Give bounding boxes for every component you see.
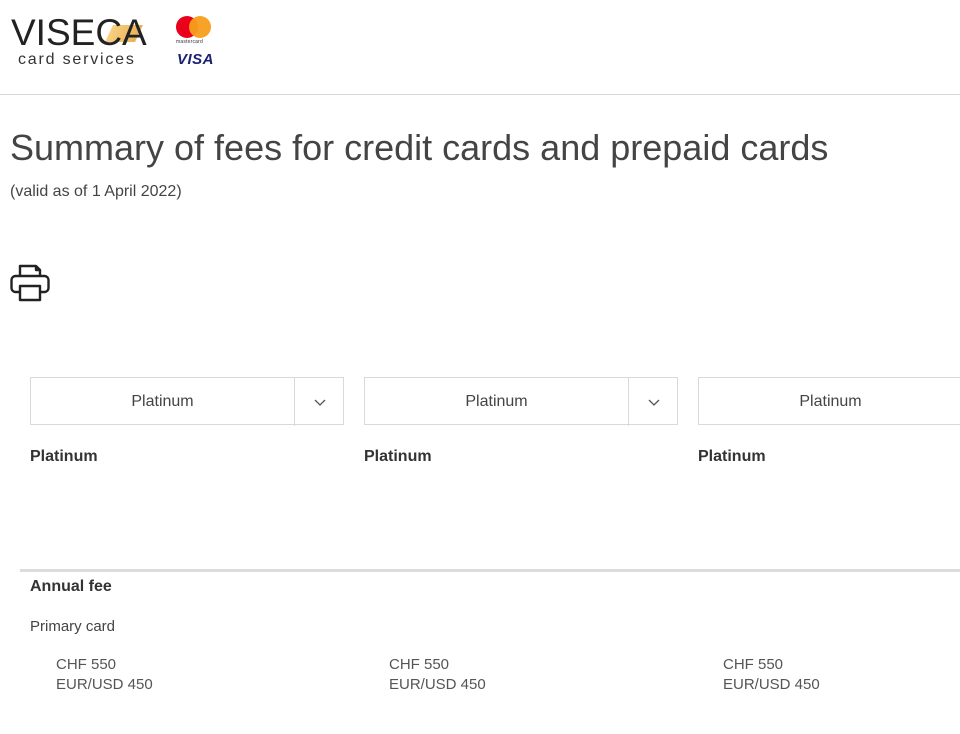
card-name-3: Platinum xyxy=(698,448,766,465)
viseca-logo[interactable]: VISECA card services xyxy=(11,14,147,70)
section-divider xyxy=(20,569,960,572)
brand-name: VISECA xyxy=(11,12,147,53)
mastercard-label: mastercard xyxy=(176,39,204,45)
annual-fee-heading: Annual fee xyxy=(30,578,112,595)
card-select-2[interactable]: Platinum xyxy=(364,377,678,426)
page-title: Summary of fees for credit cards and pre… xyxy=(10,127,829,168)
card-name-1: Platinum xyxy=(30,448,98,465)
fee-value-3: CHF 550 EUR/USD 450 xyxy=(723,655,820,695)
select-divider xyxy=(294,378,295,426)
fee-chf: CHF 550 xyxy=(56,656,117,673)
visa-logo: VISA xyxy=(177,51,215,68)
fee-chf: CHF 550 xyxy=(389,656,450,673)
brand-subtitle: card services xyxy=(18,51,136,68)
card-select-value: Platinum xyxy=(465,393,528,410)
validity-note: (valid as of 1 April 2022) xyxy=(10,183,182,200)
primary-card-label: Primary card xyxy=(30,618,116,635)
mastercard-yellow-circle xyxy=(189,16,211,38)
fee-value-1: CHF 550 EUR/USD 450 xyxy=(56,655,153,695)
select-divider xyxy=(628,378,629,426)
card-select-value: Platinum xyxy=(131,393,194,410)
fee-eur-usd: EUR/USD 450 xyxy=(389,676,486,693)
chevron-down-icon xyxy=(648,399,660,406)
card-select-3[interactable]: Platinum xyxy=(698,377,960,425)
fee-chf: CHF 550 xyxy=(723,656,784,673)
printer-icon[interactable] xyxy=(10,264,50,302)
card-select-value: Platinum xyxy=(799,393,862,410)
card-name-2: Platinum xyxy=(364,448,432,465)
chevron-down-icon xyxy=(314,399,326,406)
fee-eur-usd: EUR/USD 450 xyxy=(56,676,153,693)
mastercard-logo: mastercard xyxy=(176,16,212,46)
site-header: VISECA card services mastercard VISA xyxy=(0,0,960,95)
fee-eur-usd: EUR/USD 450 xyxy=(723,676,820,693)
fee-value-2: CHF 550 EUR/USD 450 xyxy=(389,655,486,695)
card-select-1[interactable]: Platinum xyxy=(30,377,344,426)
